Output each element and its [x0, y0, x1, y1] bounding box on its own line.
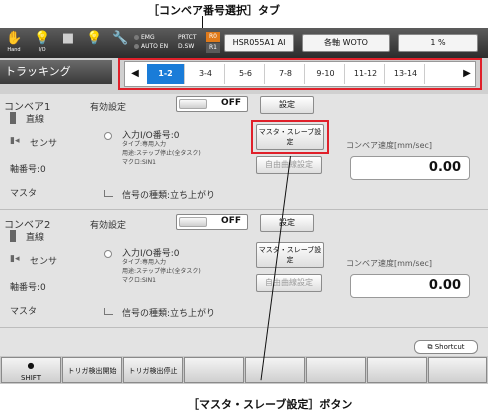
conveyor-1-section: コンベア1 直線 ▮◂ センサ 軸番号:0 マスタ 有効設定 OFF 設定 入力…	[0, 94, 488, 210]
conveyor-1-signal: 信号の種類:立ち上がり	[122, 191, 216, 201]
conveyor-2-signal: 信号の種類:立ち上がり	[122, 309, 216, 319]
conveyor-2-speed-label: コンベア速度[mm/sec]	[346, 259, 433, 268]
sensor-icon: ▮◂	[10, 136, 20, 146]
line-icon	[10, 112, 16, 124]
function-key-6[interactable]	[306, 357, 366, 383]
r1-indicator: R1	[206, 43, 220, 53]
conveyor-2-settings-button[interactable]: 設定	[260, 214, 314, 232]
shift-dot-icon: ●	[27, 361, 35, 370]
lamp-icon[interactable]: 💡 I/O	[34, 32, 50, 54]
shortcut-button[interactable]: ⧉ Shortcut	[414, 340, 478, 354]
axis-mode-box[interactable]: 各軸 WOTO	[302, 34, 390, 52]
conveyor-2-axis-no: 軸番号:0	[10, 283, 46, 293]
wrench-icon[interactable]: 🔧	[112, 32, 128, 52]
pendant-screen: ✋ Hand 💡 I/O ■ 💡 🔧 EMG AUTO EN PRTCT D.SW …	[0, 28, 488, 384]
conveyor-2-enable-label: 有効設定	[90, 221, 127, 231]
line-icon	[10, 230, 16, 242]
auto-en-indicator: AUTO EN	[134, 43, 168, 51]
function-key-4[interactable]	[184, 357, 244, 383]
tab-highlight-frame	[118, 58, 482, 90]
conveyor-1-io-radio[interactable]	[104, 132, 112, 140]
conveyor-1-speed-label: コンベア速度[mm/sec]	[346, 141, 433, 150]
protect-indicator: PRTCT	[178, 34, 197, 41]
conveyor-2-section: コンベア2 直線 ▮◂ センサ 軸番号:0 マスタ 有効設定 OFF 設定 入力…	[0, 212, 488, 328]
conveyor-2-usage: 用途:ステップ停止(全タスク)	[122, 268, 201, 275]
function-key-5[interactable]	[245, 357, 305, 383]
hand-icon[interactable]: ✋ Hand	[6, 32, 22, 54]
conveyor-2-free-curve-button[interactable]: 自由曲線設定	[256, 274, 322, 292]
conveyor-2-line: 直線	[26, 233, 45, 243]
bottom-callout-label: ［マスタ・スレーブ設定］ボタン	[188, 398, 353, 411]
conveyor-2-master: マスタ	[10, 307, 38, 317]
function-key-bar: ● SHIFT トリガ検出開始 トリガ検出停止	[0, 356, 488, 384]
conveyor-1-signal-icon	[104, 190, 113, 197]
status-bar: ✋ Hand 💡 I/O ■ 💡 🔧 EMG AUTO EN PRTCT D.SW …	[0, 28, 488, 58]
function-key-7[interactable]	[367, 357, 427, 383]
conveyor-2-name: コンベア2	[4, 220, 51, 231]
shift-key[interactable]: ● SHIFT	[1, 357, 61, 383]
master-slave-highlight-frame	[251, 120, 329, 154]
trigger-detect-stop-key[interactable]: トリガ検出停止	[123, 357, 183, 383]
speed-box[interactable]: 1 %	[398, 34, 478, 52]
conveyor-1-type: タイプ:専用入力	[122, 141, 167, 148]
conveyor-2-speed-value: 0.00	[350, 274, 470, 298]
trigger-detect-start-key[interactable]: トリガ検出開始	[62, 357, 122, 383]
sensor-icon: ▮◂	[10, 254, 20, 264]
conveyor-2-io-radio[interactable]	[104, 250, 112, 258]
conveyor-1-name: コンベア1	[4, 102, 51, 113]
conveyor-2-sensor: センサ	[30, 257, 58, 267]
conveyor-1-speed-value: 0.00	[350, 156, 470, 180]
robot-name-box[interactable]: HSR055A1 AI	[224, 34, 294, 52]
conveyor-1-settings-button[interactable]: 設定	[260, 96, 314, 114]
top-callout-label: ［コンベア番号選択］タブ	[148, 4, 280, 17]
emg-indicator: EMG	[134, 34, 155, 42]
conveyor-1-sensor: センサ	[30, 139, 58, 149]
conveyor-2-type: タイプ:専用入力	[122, 259, 167, 266]
dsw-indicator: D.SW	[178, 43, 195, 50]
conveyor-2-master-slave-button[interactable]: マスタ・スレーブ設定	[256, 242, 324, 268]
conveyor-2-enable-toggle[interactable]: OFF	[176, 214, 248, 230]
conveyor-1-line: 直線	[26, 115, 45, 125]
page-title: トラッキング	[0, 60, 112, 84]
conveyor-1-macro: マクロ:SIN1	[122, 159, 156, 166]
bulb-icon[interactable]: 💡	[86, 32, 102, 52]
conveyor-1-axis-no: 軸番号:0	[10, 165, 46, 175]
conveyor-1-enable-toggle[interactable]: OFF	[176, 96, 248, 112]
conveyor-1-usage: 用途:ステップ停止(全タスク)	[122, 150, 201, 157]
square-icon[interactable]: ■	[60, 32, 76, 52]
conveyor-1-master: マスタ	[10, 189, 38, 199]
conveyor-1-enable-label: 有効設定	[90, 103, 127, 113]
conveyor-2-macro: マクロ:SIN1	[122, 277, 156, 284]
shortcut-icon: ⧉	[427, 343, 435, 351]
conveyor-2-signal-icon	[104, 308, 113, 315]
function-key-8[interactable]	[428, 357, 487, 383]
r0-indicator: R0	[206, 32, 220, 42]
